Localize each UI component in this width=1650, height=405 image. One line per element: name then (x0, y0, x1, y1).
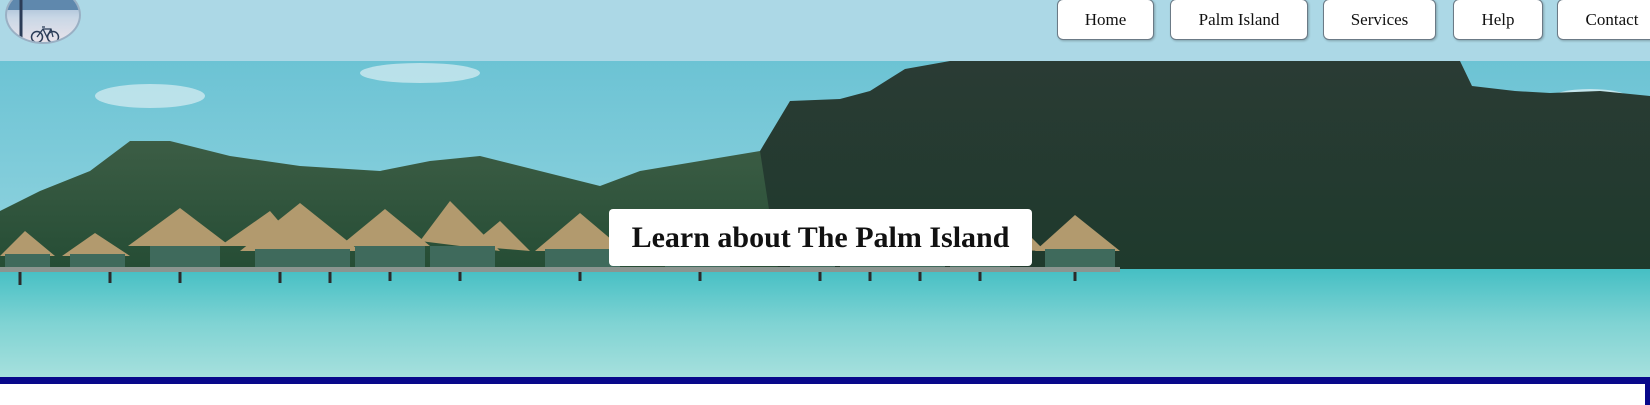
logo[interactable] (5, 0, 81, 44)
hero-banner: Learn about The Palm Island (0, 61, 1650, 377)
top-navbar: Home Palm Island Services Help Contact (0, 0, 1650, 61)
nav-palm-island-button[interactable]: Palm Island (1170, 0, 1308, 40)
nav-help-button[interactable]: Help (1453, 0, 1543, 40)
content-frame (0, 377, 1650, 405)
nav-services-button[interactable]: Services (1323, 0, 1436, 40)
nav-home-button[interactable]: Home (1057, 0, 1154, 40)
nav-contact-button[interactable]: Contact (1557, 0, 1650, 40)
bicycle-logo-icon (7, 0, 79, 42)
hero-title: Learn about The Palm Island (609, 209, 1032, 266)
